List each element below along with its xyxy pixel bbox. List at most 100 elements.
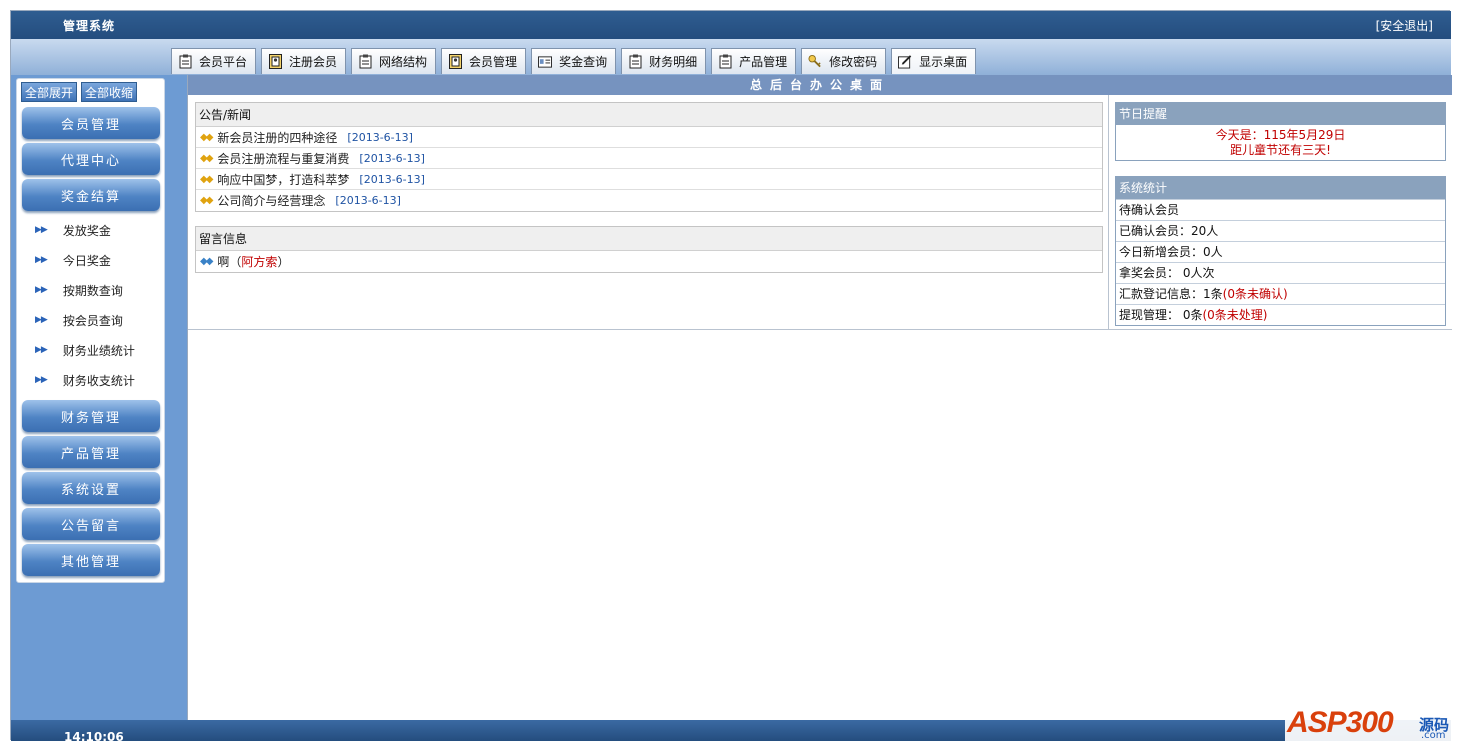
message-close-paren: ）: [277, 255, 290, 269]
news-item[interactable]: ◆◆ 响应中国梦，打造科萃梦 [2013-6-13]: [196, 169, 1102, 190]
menu-bonus-settlement[interactable]: 奖金结算: [22, 179, 160, 211]
tab-show-desktop[interactable]: 显示桌面: [891, 48, 977, 74]
desk-right-column: 节日提醒 今天是：115年5月29日 距儿童节还有三天! 系统统计 待确认会员 …: [1113, 95, 1447, 330]
news-date: [2013-6-13]: [335, 194, 401, 207]
user-card-icon: [448, 54, 462, 70]
menu-agent-center[interactable]: 代理中心: [22, 143, 160, 175]
menu-other-management[interactable]: 其他管理: [22, 544, 160, 576]
news-date: [2013-6-13]: [359, 172, 425, 186]
sidebar-item-query-by-member[interactable]: ▶▶ 按会员查询: [35, 310, 155, 330]
double-arrow-icon: ▶▶: [35, 225, 48, 235]
stats-bonus-members[interactable]: 拿奖会员： 0人次: [1116, 262, 1445, 283]
watermark-domain: .com: [1421, 730, 1446, 741]
clock: 14:10:06: [64, 730, 124, 744]
double-arrow-icon: ▶▶: [35, 345, 48, 355]
stats-header: 系统统计: [1116, 177, 1445, 199]
menu-system-settings[interactable]: 系统设置: [22, 472, 160, 504]
sidebar-item-label: 财务收支统计: [62, 373, 135, 388]
menu-announcements[interactable]: 公告留言: [22, 508, 160, 540]
sidebar-item-finance-performance[interactable]: ▶▶ 财务业绩统计: [35, 340, 155, 360]
stats-remittance-note: (0条未确认): [1222, 287, 1288, 301]
expand-all-button[interactable]: 全部展开: [21, 82, 78, 102]
clipboard-icon: [358, 54, 372, 70]
tab-label: 财务明细: [649, 55, 698, 69]
tab-member-platform[interactable]: 会员平台: [171, 48, 257, 74]
sidebar-item-label: 发放奖金: [62, 223, 111, 238]
desk-area: 公告/新闻 ◆◆ 新会员注册的四种途径 [2013-6-13] ◆◆ 会员注册流…: [188, 95, 1452, 330]
menu-member-management[interactable]: 会员管理: [22, 107, 160, 139]
tab-register-member[interactable]: 注册会员: [261, 48, 347, 74]
holiday-header: 节日提醒: [1116, 103, 1445, 125]
key-icon: [808, 54, 822, 70]
news-title: 会员注册流程与重复消费: [217, 151, 350, 166]
stats-withdrawal-label: 提现管理： 0条: [1119, 308, 1203, 322]
double-arrow-icon: ▶▶: [35, 255, 48, 265]
diamond-bullet-icon: ◆◆: [200, 173, 213, 185]
logout-link[interactable]: [安全退出]: [1376, 17, 1433, 34]
double-arrow-icon: ▶▶: [35, 375, 48, 385]
watermark-logo: ASP300 源码 .com: [1285, 692, 1455, 748]
tab-change-password[interactable]: 修改密码: [801, 48, 887, 74]
sidebar-item-query-by-period[interactable]: ▶▶ 按期数查询: [35, 280, 155, 300]
news-item[interactable]: ◆◆ 会员注册流程与重复消费 [2013-6-13]: [196, 148, 1102, 169]
user-card-icon: [268, 54, 282, 70]
message-text: 啊（阿方索）: [217, 253, 289, 270]
messages-panel: 留言信息 ◆◆ 啊（阿方索）: [195, 226, 1103, 273]
clipboard-icon: [178, 54, 192, 70]
double-arrow-icon: ▶▶: [35, 285, 48, 295]
sidebar-menu-box: 全部展开 全部收缩 会员管理 代理中心 奖金结算 ▶▶ 发放奖金 ▶▶ 今日奖金…: [16, 78, 165, 583]
sidebar-item-label: 按期数查询: [62, 283, 123, 298]
top-tab-bar: 会员平台 注册会员 网络结构 会员管理 奖金查询 财务明细 产品管理 修改密码: [171, 48, 977, 76]
footer-bar: 14:10:06: [11, 720, 1451, 744]
news-item[interactable]: ◆◆ 公司简介与经营理念 [2013-6-13]: [196, 190, 1102, 211]
top-header: 管理系统 [安全退出]: [11, 11, 1451, 39]
tab-network-structure[interactable]: 网络结构: [351, 48, 437, 74]
desk-title-bar: 总后台办公桌面: [188, 75, 1452, 95]
sidebar-item-finance-income-expense[interactable]: ▶▶ 财务收支统计: [35, 370, 155, 390]
desk-left-column: 公告/新闻 ◆◆ 新会员注册的四种途径 [2013-6-13] ◆◆ 会员注册流…: [188, 95, 1109, 330]
menu-product-management[interactable]: 产品管理: [22, 436, 160, 468]
tab-label: 会员平台: [199, 55, 248, 69]
main-content: 总后台办公桌面 公告/新闻 ◆◆ 新会员注册的四种途径 [2013-6-13] …: [187, 75, 1452, 720]
tab-label: 产品管理: [739, 55, 788, 69]
news-date: [2013-6-13]: [347, 130, 413, 144]
diamond-bullet-icon: ◆◆: [200, 256, 213, 267]
holiday-reminder: 今天是：115年5月29日 距儿童节还有三天!: [1116, 125, 1445, 160]
sidebar-item-label: 按会员查询: [62, 313, 123, 328]
clipboard-icon: [628, 54, 642, 70]
holiday-panel: 节日提醒 今天是：115年5月29日 距儿童节还有三天!: [1115, 102, 1446, 161]
stats-withdrawal[interactable]: 提现管理： 0条(0条未处理): [1116, 304, 1445, 325]
menu-finance-management[interactable]: 财务管理: [22, 400, 160, 432]
stats-withdrawal-note: (0条未处理): [1202, 308, 1268, 322]
tab-product-management[interactable]: 产品管理: [711, 48, 797, 74]
stats-panel: 系统统计 待确认会员 已确认会员：20人 今日新增会员：0人 拿奖会员： 0人次…: [1115, 176, 1446, 326]
messages-header: 留言信息: [196, 227, 1102, 251]
news-item[interactable]: ◆◆ 新会员注册的四种途径 [2013-6-13]: [196, 127, 1102, 148]
tab-label: 网络结构: [379, 55, 428, 69]
edit-icon: [898, 54, 912, 70]
id-card-icon: [538, 54, 553, 70]
sidebar-item-today-bonus[interactable]: ▶▶ 今日奖金: [35, 250, 155, 270]
news-title: 公司简介与经营理念: [217, 194, 326, 208]
tab-bonus-query[interactable]: 奖金查询: [531, 48, 617, 74]
news-title: 响应中国梦，打造科萃梦: [217, 172, 350, 187]
tab-label: 会员管理: [469, 55, 518, 69]
stats-remittance[interactable]: 汇款登记信息：1条(0条未确认): [1116, 283, 1445, 304]
tab-finance-details[interactable]: 财务明细: [621, 48, 707, 74]
stats-pending-members[interactable]: 待确认会员: [1116, 199, 1445, 220]
message-item[interactable]: ◆◆ 啊（阿方索）: [196, 251, 1102, 272]
diamond-bullet-icon: ◆◆: [200, 152, 213, 164]
stats-confirmed-members[interactable]: 已确认会员：20人: [1116, 220, 1445, 241]
holiday-countdown: 距儿童节还有三天!: [1230, 143, 1331, 157]
tab-member-management[interactable]: 会员管理: [441, 48, 527, 74]
collapse-all-button[interactable]: 全部收缩: [81, 82, 138, 102]
watermark-brand: ASP300: [1287, 706, 1394, 739]
diamond-bullet-icon: ◆◆: [200, 195, 213, 206]
sidebar-item-label: 今日奖金: [62, 253, 111, 268]
news-panel: 公告/新闻 ◆◆ 新会员注册的四种途径 [2013-6-13] ◆◆ 会员注册流…: [195, 102, 1103, 212]
stats-remittance-label: 汇款登记信息：1条: [1119, 287, 1223, 301]
app-title: 管理系统: [63, 19, 116, 33]
stats-new-today[interactable]: 今日新增会员：0人: [1116, 241, 1445, 262]
app-window: 管理系统 [安全退出] 会员平台 注册会员 网络结构 会员管理 奖金查询 财务明…: [10, 10, 1452, 744]
sidebar-item-issue-bonus[interactable]: ▶▶ 发放奖金: [35, 220, 155, 240]
